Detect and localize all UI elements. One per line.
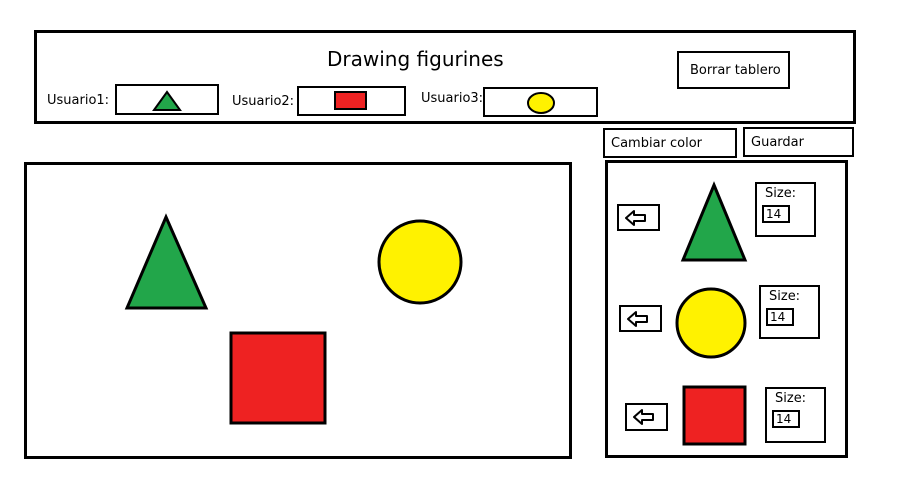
drawing-canvas[interactable] xyxy=(24,162,572,459)
user1-label: Usuario1: xyxy=(47,93,110,108)
user3-label: Usuario3: xyxy=(421,91,484,106)
triangle-size-input[interactable] xyxy=(762,205,790,223)
circle-size-input[interactable] xyxy=(766,308,794,326)
arrow-left-icon xyxy=(633,409,654,425)
user2-label: Usuario2: xyxy=(232,94,295,109)
arrow-left-icon xyxy=(627,311,648,327)
palette-square-size: Size: xyxy=(765,387,826,443)
palette-add-triangle-button[interactable] xyxy=(617,204,660,231)
palette-add-square-button[interactable] xyxy=(625,403,668,431)
arrow-left-icon xyxy=(625,210,646,226)
size-label: Size: xyxy=(775,391,807,406)
change-color-button[interactable]: Cambiar color xyxy=(603,128,737,158)
save-label: Guardar xyxy=(751,134,804,150)
canvas-circle[interactable] xyxy=(377,217,467,307)
palette-circle-size: Size: xyxy=(759,285,820,339)
palette-add-circle-button[interactable] xyxy=(619,305,662,332)
palette-square[interactable] xyxy=(682,385,748,447)
size-label: Size: xyxy=(765,186,797,201)
size-label: Size: xyxy=(769,289,801,304)
change-color-label: Cambiar color xyxy=(611,135,703,151)
user3-circle-icon xyxy=(527,92,555,114)
palette-circle[interactable] xyxy=(675,285,749,361)
save-button[interactable]: Guardar xyxy=(743,127,854,157)
clear-board-button[interactable]: Borrar tablero xyxy=(677,51,790,89)
palette-triangle-size: Size: xyxy=(755,182,816,237)
user2-shape-box xyxy=(297,86,406,116)
user1-triangle-icon xyxy=(152,90,182,111)
square-size-input[interactable] xyxy=(772,410,800,428)
user1-shape-box xyxy=(115,84,219,115)
canvas-triangle[interactable] xyxy=(124,213,215,314)
clear-board-label: Borrar tablero xyxy=(690,62,781,78)
page-title: Drawing figurines xyxy=(327,47,504,71)
user3-shape-box xyxy=(483,87,598,117)
user2-square-icon xyxy=(334,91,367,110)
canvas-square[interactable] xyxy=(229,331,329,426)
palette-triangle[interactable] xyxy=(680,181,751,264)
